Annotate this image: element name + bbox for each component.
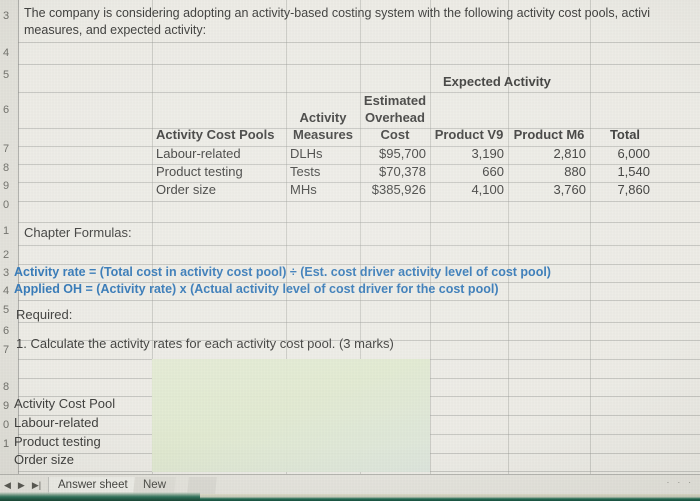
formula-activity-rate: Activity rate = (Total cost in activity … bbox=[14, 265, 551, 279]
table-header-estimated-overhead-cost-line3: Cost bbox=[380, 127, 410, 142]
grid-hline bbox=[0, 222, 700, 223]
row-number[interactable]: 5 bbox=[0, 304, 15, 316]
row-number[interactable]: 5 bbox=[0, 69, 15, 81]
grid-hline bbox=[0, 64, 700, 65]
row-number[interactable]: 0 bbox=[0, 199, 15, 211]
table-header-total: Total bbox=[609, 127, 641, 142]
row-number[interactable]: 7 bbox=[0, 344, 15, 356]
table-header-product-m6: Product M6 bbox=[513, 127, 585, 142]
row-number[interactable]: 8 bbox=[0, 381, 15, 393]
answer-input-highlight-block[interactable] bbox=[152, 359, 430, 472]
last-sheet-arrow-icon[interactable]: ▶| bbox=[32, 480, 41, 490]
table-cell-total: 7,860 bbox=[617, 182, 650, 197]
sheet-nav-arrows[interactable]: ◀ ▶ ▶| bbox=[4, 477, 41, 493]
table-header-product-v9: Product V9 bbox=[434, 127, 504, 142]
table-cell-total: 1,540 bbox=[617, 164, 650, 179]
table-cell-m6: 880 bbox=[564, 164, 586, 179]
row-number[interactable]: 9 bbox=[0, 180, 15, 192]
table-cell-v9: 4,100 bbox=[471, 182, 504, 197]
grid-vline bbox=[430, 0, 431, 474]
chapter-formulas-heading: Chapter Formulas: bbox=[24, 225, 132, 240]
bottom-edge-strip-left bbox=[0, 492, 200, 501]
answer-table-row-label: Product testing bbox=[14, 434, 101, 449]
scroll-ellipsis: · · · bbox=[666, 478, 694, 487]
table-cell-cost: $95,700 bbox=[379, 146, 426, 161]
row-number[interactable]: 2 bbox=[0, 249, 15, 261]
table-cell-m6: 2,810 bbox=[553, 146, 586, 161]
row-number[interactable]: 3 bbox=[0, 267, 15, 279]
grid-hline bbox=[0, 322, 700, 323]
grid-hline bbox=[0, 92, 700, 93]
row-number[interactable]: 4 bbox=[0, 47, 15, 59]
row-number[interactable]: 8 bbox=[0, 162, 15, 174]
table-header-estimated-overhead-cost-line2: Overhead bbox=[365, 110, 425, 125]
grid-hline bbox=[0, 300, 700, 301]
table-cell-v9: 3,190 bbox=[471, 146, 504, 161]
row-number[interactable]: 1 bbox=[0, 438, 15, 450]
row-number[interactable]: 1 bbox=[0, 225, 15, 237]
table-group-header-expected-activity: Expected Activity bbox=[443, 74, 551, 89]
table-header-estimated-overhead-cost-line1: Estimated bbox=[363, 93, 427, 108]
prompt-line-1: The company is considering adopting an a… bbox=[24, 6, 650, 20]
table-cell-v9: 660 bbox=[482, 164, 504, 179]
table-cell-total: 6,000 bbox=[617, 146, 650, 161]
table-cell-measure: DLHs bbox=[290, 146, 323, 161]
row-number[interactable]: 6 bbox=[0, 325, 15, 337]
grid-vline bbox=[508, 0, 509, 474]
row-number[interactable]: 7 bbox=[0, 143, 15, 155]
table-cell-pool: Product testing bbox=[156, 164, 243, 179]
required-item-1: 1. Calculate the activity rates for each… bbox=[16, 336, 394, 351]
prompt-line-2: measures, and expected activity: bbox=[24, 23, 207, 37]
row-number[interactable]: 9 bbox=[0, 400, 15, 412]
grid-hline bbox=[0, 42, 700, 43]
table-header-activity-cost-pools: Activity Cost Pools bbox=[156, 127, 275, 142]
row-number[interactable]: 6 bbox=[0, 104, 15, 116]
answer-table-row-label: Order size bbox=[14, 452, 74, 467]
table-cell-pool: Labour-related bbox=[156, 146, 241, 161]
row-number[interactable]: 4 bbox=[0, 285, 15, 297]
required-heading: Required: bbox=[16, 307, 73, 322]
formula-applied-oh: Applied OH = (Activity rate) x (Actual a… bbox=[14, 282, 499, 296]
table-cell-m6: 3,760 bbox=[553, 182, 586, 197]
spreadsheet-screenshot: 3 4 5 6 7 8 9 0 1 2 3 4 5 6 7 8 9 0 1 Th… bbox=[0, 0, 700, 501]
table-cell-cost: $70,378 bbox=[379, 164, 426, 179]
row-number[interactable]: 0 bbox=[0, 419, 15, 431]
grid-hline bbox=[0, 201, 700, 202]
table-cell-pool: Order size bbox=[156, 182, 216, 197]
answer-table-row-label: Labour-related bbox=[14, 415, 99, 430]
table-cell-cost: $385,926 bbox=[371, 182, 426, 197]
table-cell-measure: Tests bbox=[290, 164, 321, 179]
table-cell-measure: MHs bbox=[290, 182, 317, 197]
table-header-activity-measures-line2: Measures bbox=[293, 127, 353, 142]
first-sheet-arrow-icon[interactable]: ◀ bbox=[4, 480, 11, 490]
row-number[interactable]: 3 bbox=[0, 10, 15, 22]
answer-table-header-activity-cost-pool: Activity Cost Pool bbox=[14, 396, 116, 411]
grid-vline bbox=[590, 0, 591, 474]
table-header-activity-measures-line1: Activity bbox=[299, 110, 347, 125]
next-sheet-arrow-icon[interactable]: ▶ bbox=[18, 480, 25, 490]
grid-hline bbox=[0, 245, 700, 246]
